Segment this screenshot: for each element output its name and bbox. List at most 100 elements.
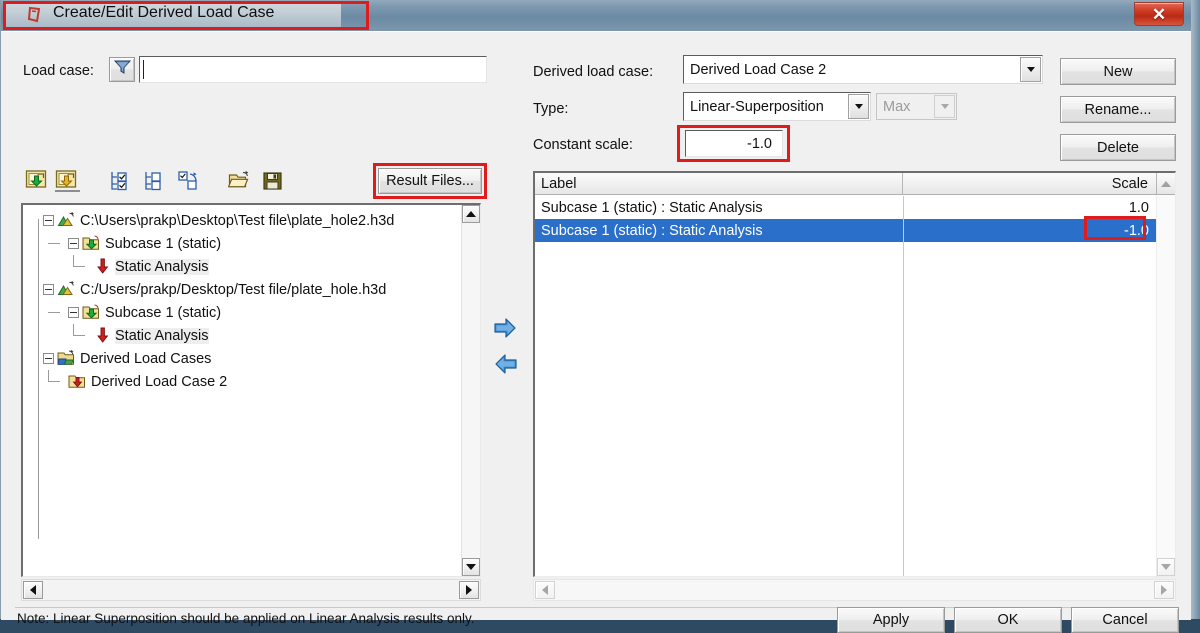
column-header-label[interactable]: Label <box>535 173 903 195</box>
cell-label: Subcase 1 (static) : Static Analysis <box>541 199 763 216</box>
constant-scale-input[interactable]: -1.0 <box>685 130 783 157</box>
apply-button[interactable]: Apply <box>837 607 945 633</box>
load-case-input[interactable] <box>139 56 487 83</box>
add-to-list-button[interactable] <box>493 317 518 339</box>
tree-item-2[interactable]: Static Analysis <box>33 255 462 278</box>
delete-button[interactable]: Delete <box>1060 134 1176 161</box>
derived-load-case-combobox[interactable]: Derived Load Case 2 <box>683 55 1043 84</box>
arrow-right-icon <box>466 585 472 595</box>
check-all-icon[interactable] <box>109 170 130 191</box>
column-header-scale[interactable]: Scale <box>903 173 1157 195</box>
red-arrow-down-icon <box>95 258 111 275</box>
h3d-file-icon <box>57 281 76 298</box>
tree-item-3[interactable]: C:/Users/prakp/Desktop/Test file/plate_h… <box>33 278 462 301</box>
h3d-file-icon <box>57 212 76 229</box>
cell-label: Subcase 1 (static) : Static Analysis <box>541 222 763 239</box>
tree-horizontal-scrollbar[interactable] <box>21 579 481 601</box>
expander-collapse-icon[interactable] <box>43 353 54 364</box>
close-button[interactable]: ✕ <box>1134 2 1184 26</box>
tree-item-label: C:\Users\prakp\Desktop\Test file\plate_h… <box>80 212 395 229</box>
arrow-right-icon <box>1161 585 1167 595</box>
table-row[interactable]: Subcase 1 (static) : Static Analysis 1.0 <box>535 196 1175 219</box>
tree-item-label: Derived Load Cases <box>80 350 212 367</box>
derived-load-case-label: Derived load case: <box>533 64 654 80</box>
results-tree-content: C:\Users\prakp\Desktop\Test file\plate_h… <box>23 205 462 576</box>
tree-item-label: Static Analysis <box>115 258 209 275</box>
arrow-up-icon <box>466 211 476 217</box>
screenshot-root: Create/Edit Derived Load Case ✕ Load cas… <box>0 0 1200 633</box>
table-scroll-right-button[interactable] <box>1154 581 1174 599</box>
import-load-case-yellow-icon[interactable] <box>55 168 80 192</box>
arrow-left-icon <box>30 585 36 595</box>
cancel-button[interactable]: Cancel <box>1071 607 1179 633</box>
arrow-up-icon <box>1161 180 1171 187</box>
subcase-folder-icon <box>82 235 101 252</box>
ok-button[interactable]: OK <box>954 607 1062 633</box>
tree-item-1[interactable]: Subcase 1 (static) <box>33 232 462 255</box>
results-tree[interactable]: C:\Users\prakp\Desktop\Test file\plate_h… <box>21 203 481 577</box>
tree-vertical-scrollbar[interactable] <box>461 205 480 576</box>
table-horizontal-scrollbar[interactable] <box>533 579 1176 601</box>
envelope-combobox: Max <box>876 93 957 120</box>
altair-logo-icon <box>25 5 45 25</box>
arrow-down-icon <box>1161 564 1171 570</box>
red-arrow-down-icon <box>95 327 111 344</box>
tree-scroll-down-button[interactable] <box>462 558 480 576</box>
tree-item-label: Derived Load Case 2 <box>91 373 228 390</box>
scale-table[interactable]: Label Scale Subcase 1 (static) : Static … <box>533 171 1176 577</box>
type-label: Type: <box>533 101 569 117</box>
filter-funnel-icon <box>113 60 131 79</box>
derived-load-cases-icon <box>57 350 76 367</box>
tree-item-label: C:/Users/prakp/Desktop/Test file/plate_h… <box>80 281 387 298</box>
table-scroll-down-button[interactable] <box>1157 558 1175 576</box>
load-case-label: Load case: <box>23 63 94 79</box>
title-bar[interactable]: Create/Edit Derived Load Case ✕ <box>1 0 1191 31</box>
column-divider <box>903 196 904 576</box>
subcase-folder-icon <box>82 304 101 321</box>
table-scroll-up-button[interactable] <box>1157 173 1175 195</box>
tree-item-7[interactable]: Derived Load Case 2 <box>33 370 462 393</box>
expander-collapse-icon[interactable] <box>43 215 54 226</box>
result-files-button[interactable]: Result Files... <box>378 168 482 194</box>
tree-item-5[interactable]: Static Analysis <box>33 324 462 347</box>
dialog-window: Create/Edit Derived Load Case ✕ Load cas… <box>0 0 1191 633</box>
tree-item-label: Subcase 1 (static) <box>105 304 222 321</box>
table-row[interactable]: Subcase 1 (static) : Static Analysis -1.… <box>535 219 1175 242</box>
chevron-down-icon <box>934 95 955 118</box>
tree-scroll-right-button[interactable] <box>459 581 479 599</box>
constant-scale-label: Constant scale: <box>533 137 633 153</box>
scale-table-header: Label Scale <box>535 173 1175 195</box>
tree-scroll-left-button[interactable] <box>23 581 43 599</box>
uncheck-all-icon[interactable] <box>143 170 164 191</box>
arrow-left-blue-icon <box>493 354 518 379</box>
cell-scale: 1.0 <box>1128 199 1149 216</box>
table-vertical-scrollbar[interactable] <box>1156 195 1175 576</box>
tree-item-4[interactable]: Subcase 1 (static) <box>33 301 462 324</box>
arrow-left-icon <box>542 585 548 595</box>
tree-item-label: Static Analysis <box>115 327 209 344</box>
tree-item-label: Subcase 1 (static) <box>105 235 222 252</box>
close-icon: ✕ <box>1151 4 1167 24</box>
type-combobox[interactable]: Linear-Superposition <box>683 92 871 121</box>
chevron-down-icon[interactable] <box>848 94 869 119</box>
tree-item-0[interactable]: C:\Users\prakp\Desktop\Test file\plate_h… <box>33 209 462 232</box>
derived-load-case-icon <box>68 373 87 390</box>
tree-scroll-up-button[interactable] <box>462 205 480 223</box>
remove-from-list-button[interactable] <box>493 353 518 375</box>
rename-button[interactable]: Rename... <box>1060 96 1176 123</box>
open-folder-icon[interactable] <box>227 170 250 191</box>
import-load-case-green-icon[interactable] <box>25 168 50 192</box>
new-button[interactable]: New <box>1060 58 1176 85</box>
save-disk-icon[interactable] <box>262 170 283 191</box>
load-case-filter-button[interactable] <box>109 57 135 82</box>
expander-collapse-icon[interactable] <box>68 238 79 249</box>
table-scroll-left-button[interactable] <box>535 581 555 599</box>
dialog-client-area: Load case: Result Files... C:\Users\prak… <box>1 31 1191 633</box>
chevron-down-icon[interactable] <box>1020 57 1041 82</box>
window-right-edge <box>1190 0 1200 619</box>
tree-item-6[interactable]: Derived Load Cases <box>33 347 462 370</box>
invert-selection-icon[interactable] <box>177 170 199 191</box>
expander-collapse-icon[interactable] <box>43 284 54 295</box>
expander-collapse-icon[interactable] <box>68 307 79 318</box>
cell-scale: -1.0 <box>1124 222 1149 239</box>
